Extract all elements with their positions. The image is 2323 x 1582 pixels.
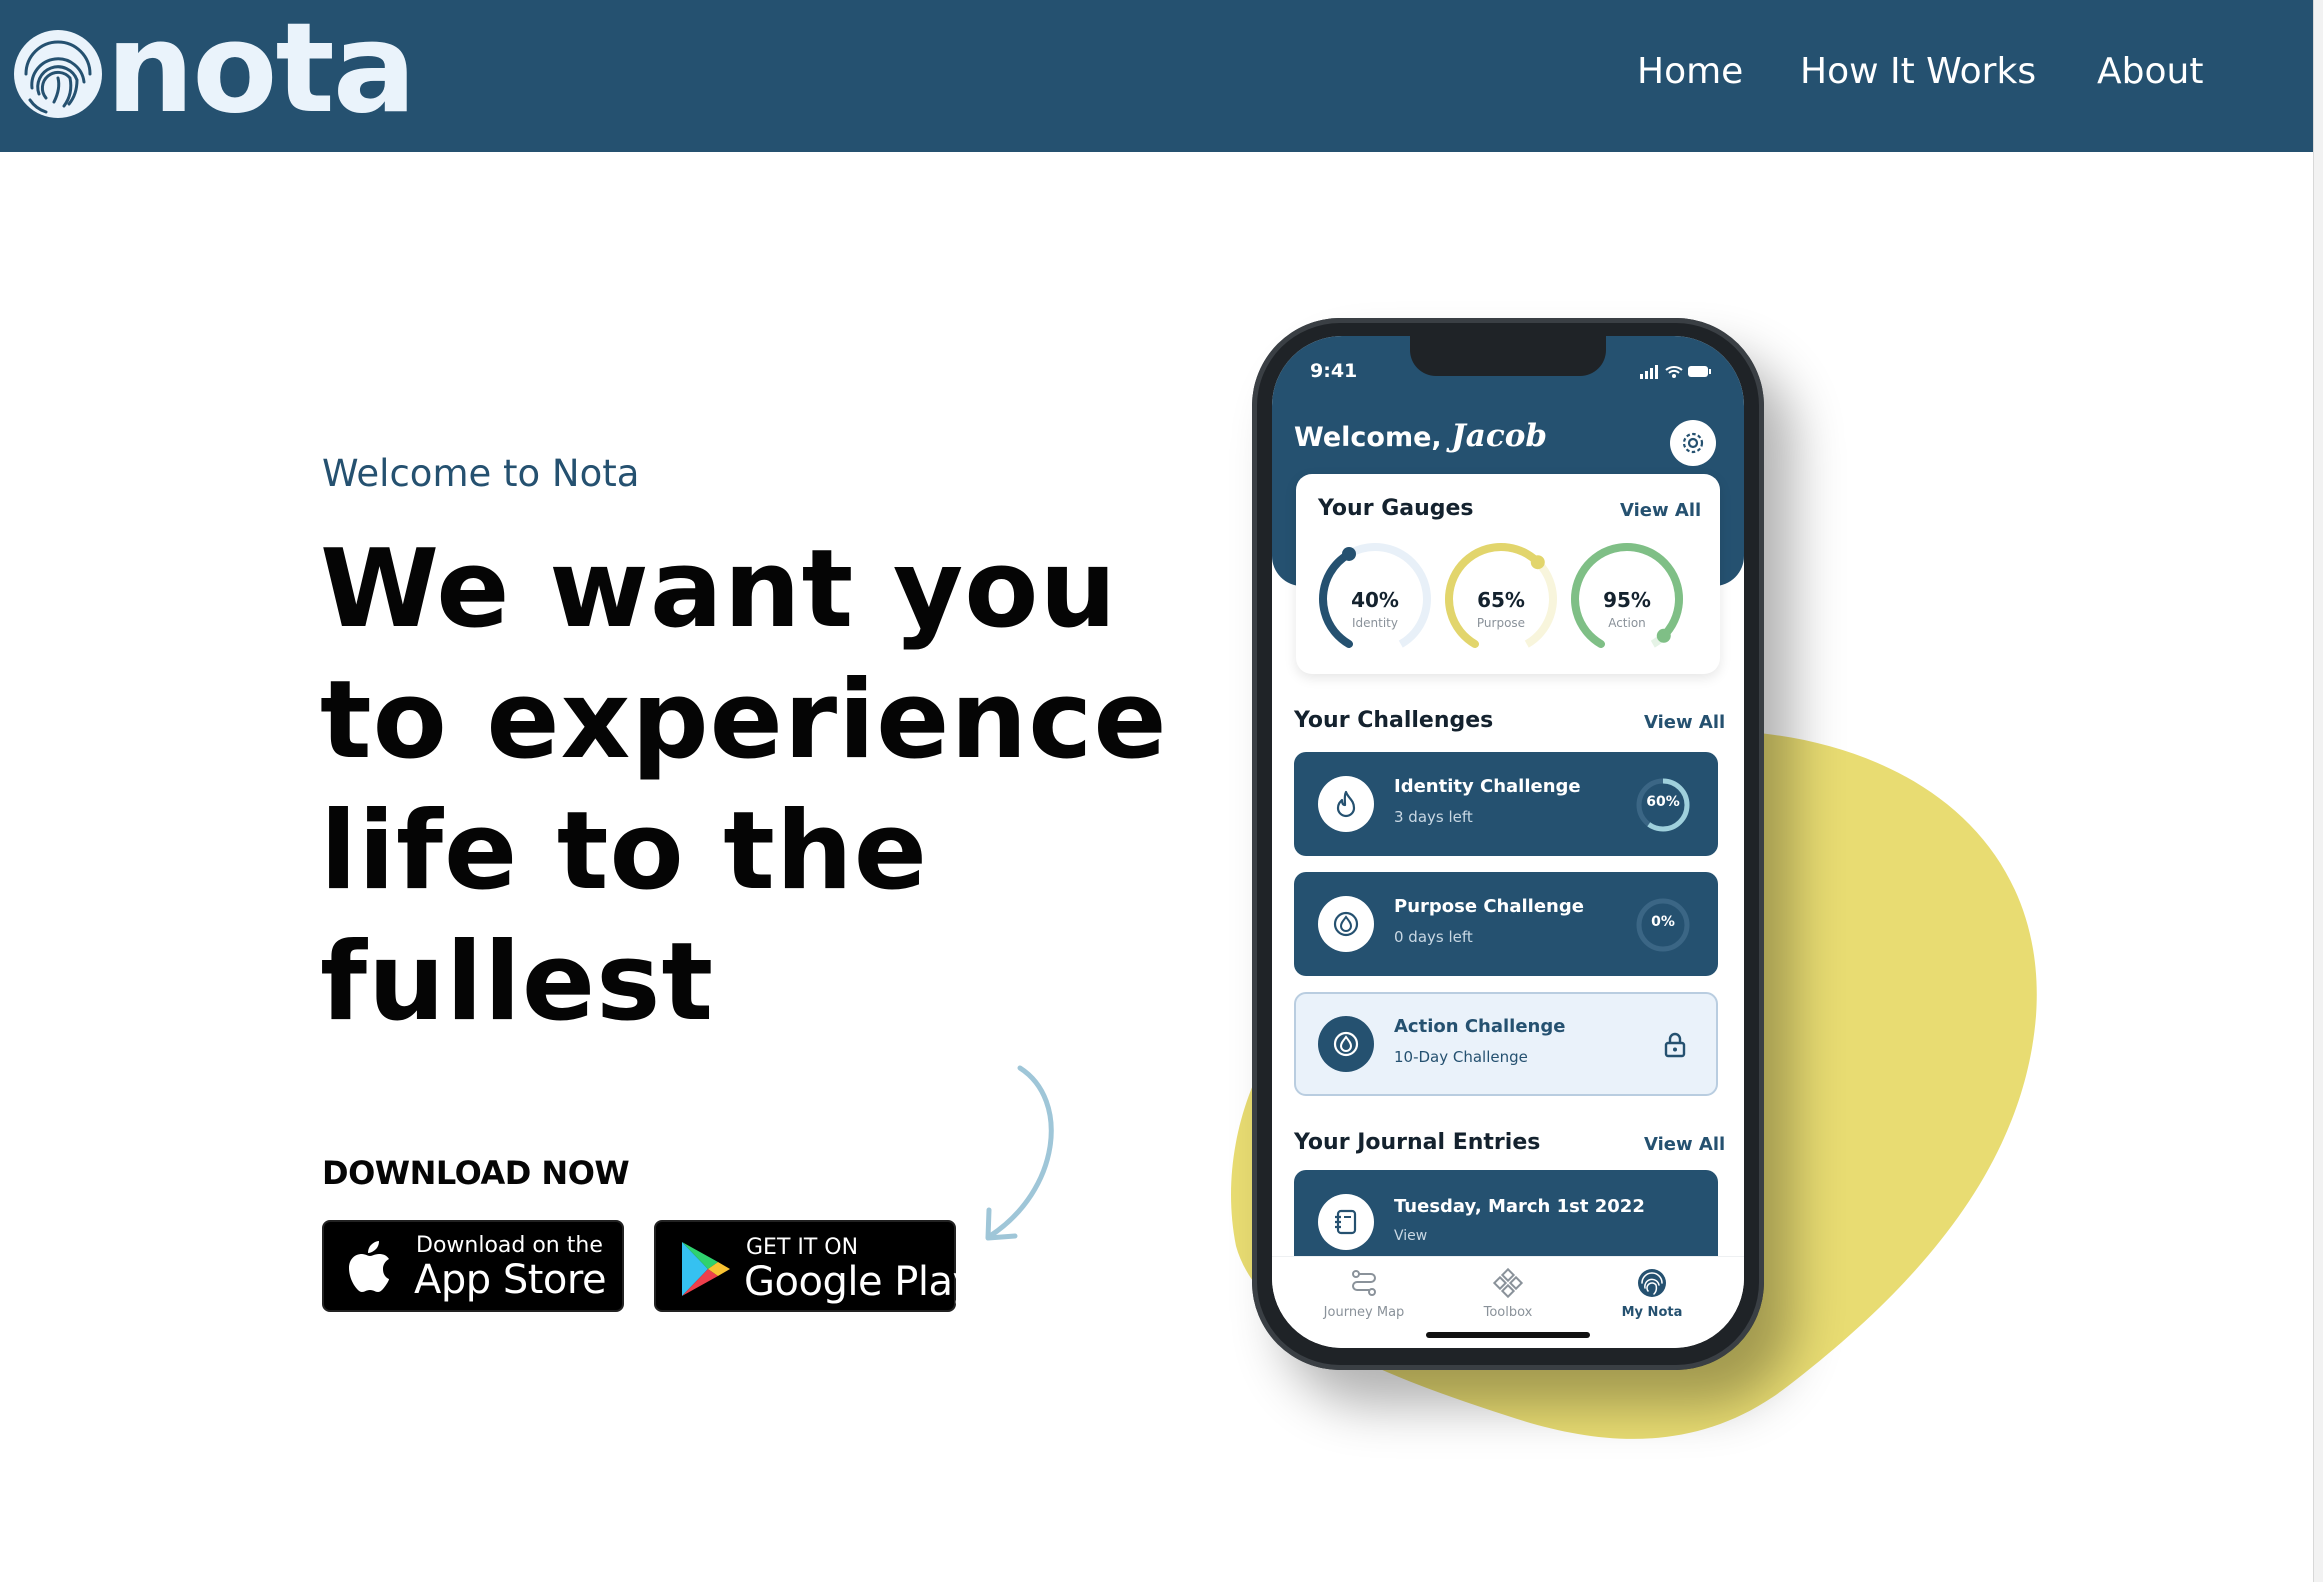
challenge-purpose-icon-bg: [1318, 896, 1374, 952]
challenge-identity-status: 60%: [1646, 794, 1680, 810]
tab-journey-map-label: Journey Map: [1323, 1305, 1405, 1320]
challenges-title: Your Challenges: [1294, 708, 1494, 733]
app-store-big-text: App Store: [414, 1257, 607, 1303]
curved-arrow-icon: [985, 1065, 1054, 1241]
nav-how-it-works-link[interactable]: How It Works: [1800, 46, 2036, 98]
challenge-purpose-status: 0%: [1651, 914, 1675, 930]
gauge-identity[interactable]: 40% Identity: [1316, 540, 1434, 650]
journal-view-all-link[interactable]: View All: [1644, 1134, 1725, 1155]
download-now-label: DOWNLOAD NOW: [322, 1154, 630, 1192]
gauge-action[interactable]: 95% Action: [1568, 540, 1686, 650]
home-indicator: [1426, 1332, 1590, 1338]
drop-icon: [1333, 911, 1359, 937]
fingerprint-icon: [1638, 1269, 1666, 1297]
challenge-identity-sub: 3 days left: [1394, 808, 1473, 826]
gauge-identity-value: 40%: [1351, 588, 1399, 612]
brand-wordmark[interactable]: nota: [106, 0, 416, 144]
gauges-view-all-link[interactable]: View All: [1620, 500, 1701, 521]
hero-eyebrow: Welcome to Nota: [322, 452, 640, 495]
google-play-button[interactable]: GET IT ON Google Play: [654, 1220, 976, 1312]
headline-line-3: life to the: [320, 789, 929, 914]
phone-notch: [1410, 336, 1606, 376]
challenge-action-icon-bg: [1318, 1016, 1374, 1072]
welcome-prefix: Welcome,: [1294, 422, 1442, 453]
apple-icon: [349, 1241, 389, 1292]
challenge-action-card[interactable]: Action Challenge 10-Day Challenge: [1294, 992, 1718, 1096]
phone-screen: 9:41 Welcome, Jacob Your Gauges View All: [1272, 336, 1744, 1348]
app-store-small-text: Download on the: [416, 1233, 603, 1258]
challenge-identity-icon-bg: [1318, 776, 1374, 832]
fingerprint-icon[interactable]: [12, 28, 104, 120]
gauge-purpose[interactable]: 65% Purpose: [1442, 540, 1560, 650]
gauge-action-label: Action: [1608, 616, 1646, 630]
challenge-identity-card[interactable]: Identity Challenge 3 days left 60%: [1294, 752, 1718, 856]
gauges-card: Your Gauges View All 40% Identity 65% Pu…: [1296, 474, 1720, 674]
headline-line-4: fullest: [320, 920, 715, 1045]
gauge-identity-label: Identity: [1352, 616, 1398, 630]
challenge-purpose-name: Purpose Challenge: [1394, 896, 1584, 917]
tab-my-nota[interactable]: My Nota: [1582, 1267, 1722, 1320]
drop-icon: [1333, 1031, 1359, 1057]
challenge-purpose-card[interactable]: Purpose Challenge 0 days left 0%: [1294, 872, 1718, 976]
signal-wifi-battery-icon: [1640, 365, 1711, 379]
flame-icon: [1336, 790, 1356, 818]
window-scrollbar[interactable]: [2313, 0, 2323, 1582]
hero-headline: We want you to experience life to the fu…: [320, 524, 1200, 1048]
gauge-purpose-label: Purpose: [1476, 616, 1526, 630]
challenge-action-sub: 10-Day Challenge: [1394, 1048, 1528, 1066]
play-icon: [682, 1242, 730, 1296]
top-nav-bar: nota Home How It Works About: [0, 0, 2313, 152]
headline-line-1: We want you: [320, 527, 1118, 652]
journal-entry-view[interactable]: View: [1394, 1228, 1427, 1244]
toolbox-icon: [1492, 1267, 1524, 1299]
gauges-title: Your Gauges: [1318, 496, 1474, 521]
challenge-action-name: Action Challenge: [1394, 1016, 1566, 1037]
notebook-icon: [1335, 1209, 1357, 1235]
nav-about-link[interactable]: About: [2097, 46, 2203, 98]
status-time: 9:41: [1310, 360, 1358, 382]
gauge-purpose-value: 65%: [1477, 588, 1525, 612]
tab-my-nota-label: My Nota: [1621, 1305, 1683, 1320]
journal-entry-date: Tuesday, March 1st 2022: [1394, 1196, 1645, 1217]
tab-journey-map[interactable]: Journey Map: [1294, 1267, 1434, 1320]
google-play-big-text: Google Play: [744, 1259, 976, 1305]
welcome-heading: Welcome, Jacob: [1294, 418, 1547, 454]
challenges-view-all-link[interactable]: View All: [1644, 712, 1725, 733]
headline-line-2: to experience: [320, 658, 1168, 783]
settings-button[interactable]: [1670, 420, 1716, 466]
tab-toolbox-label: Toolbox: [1483, 1305, 1533, 1320]
nav-home-link[interactable]: Home: [1637, 46, 1743, 98]
gear-icon: [1682, 432, 1704, 454]
welcome-user-name: Jacob: [1451, 418, 1548, 454]
challenge-purpose-sub: 0 days left: [1394, 928, 1473, 946]
phone-mockup: 9:41 Welcome, Jacob Your Gauges View All: [1252, 318, 1764, 1370]
app-store-button[interactable]: Download on the App Store: [322, 1220, 624, 1312]
journal-title: Your Journal Entries: [1294, 1130, 1541, 1155]
journal-icon-bg: [1318, 1194, 1374, 1250]
gauge-action-value: 95%: [1603, 588, 1651, 612]
challenge-identity-name: Identity Challenge: [1394, 776, 1581, 797]
google-play-small-text: GET IT ON: [746, 1235, 859, 1260]
tab-toolbox[interactable]: Toolbox: [1438, 1267, 1578, 1320]
lock-icon: [1664, 1032, 1686, 1058]
route-icon: [1352, 1270, 1376, 1296]
